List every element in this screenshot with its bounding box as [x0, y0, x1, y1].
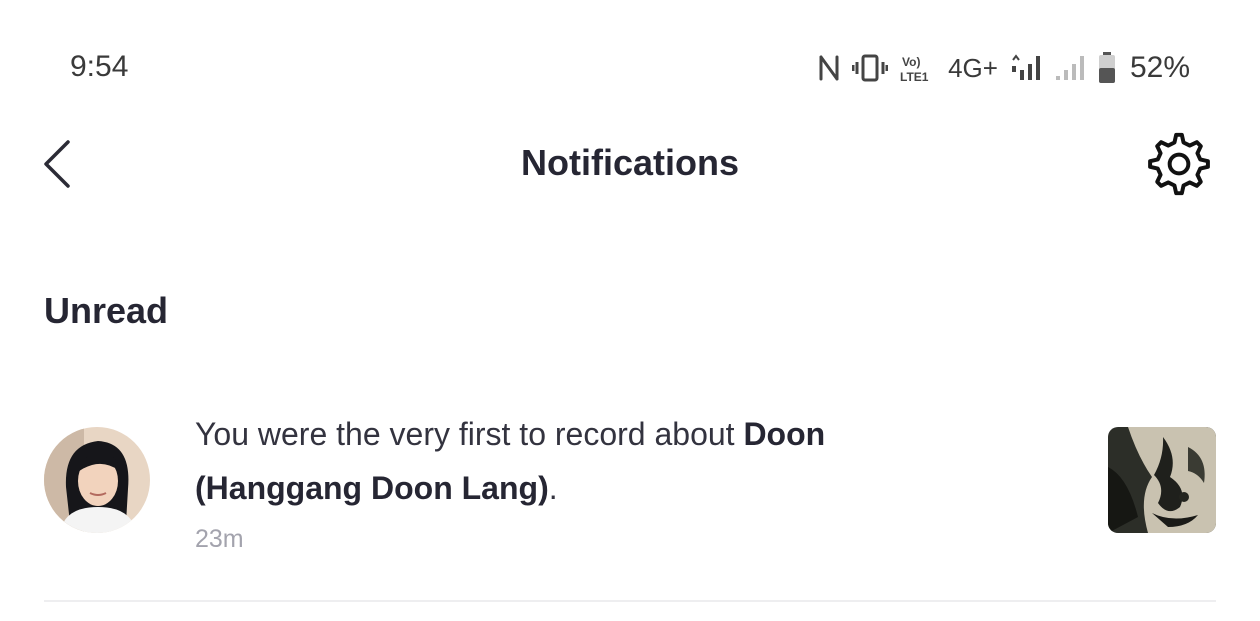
notification-text-prefix: You were the very first to record about	[195, 416, 744, 452]
notification-subject-name: Doon	[743, 416, 826, 452]
network-type-label: 4G+	[948, 52, 998, 83]
status-time: 9:54	[70, 50, 129, 83]
top-app-bar: Notifications	[0, 120, 1260, 210]
svg-text:LTE1: LTE1	[900, 70, 929, 83]
svg-text:Vo): Vo)	[902, 55, 920, 69]
notification-text-suffix: .	[548, 470, 558, 506]
gear-icon	[1148, 132, 1210, 196]
page-title: Notifications	[520, 142, 739, 183]
volte-icon: Vo) LTE1	[900, 55, 929, 83]
battery-icon	[1098, 52, 1115, 83]
notification-subject-detail: (Hanggang Doon Lang)	[195, 470, 549, 506]
nfc-icon	[819, 55, 839, 81]
notification-item[interactable]: You were the very first to record about …	[0, 395, 1260, 585]
notification-thumbnail[interactable]	[1108, 427, 1216, 533]
settings-button[interactable]	[1145, 130, 1213, 198]
notification-timestamp: 23m	[195, 525, 244, 553]
notification-message: You were the very first to record about …	[195, 407, 1035, 515]
signal-weak-icon	[1055, 56, 1084, 80]
section-title-unread: Unread	[44, 290, 169, 331]
avatar[interactable]	[44, 427, 150, 533]
vibrate-icon	[852, 54, 889, 82]
signal-icon	[1011, 54, 1040, 80]
divider	[44, 600, 1216, 602]
status-bar: 9:54 Vo) LTE1 4G+ 52%	[0, 0, 1260, 130]
status-icons: Vo) LTE1 4G+ 52%	[818, 50, 1190, 86]
battery-percentage: 52%	[1129, 51, 1190, 84]
